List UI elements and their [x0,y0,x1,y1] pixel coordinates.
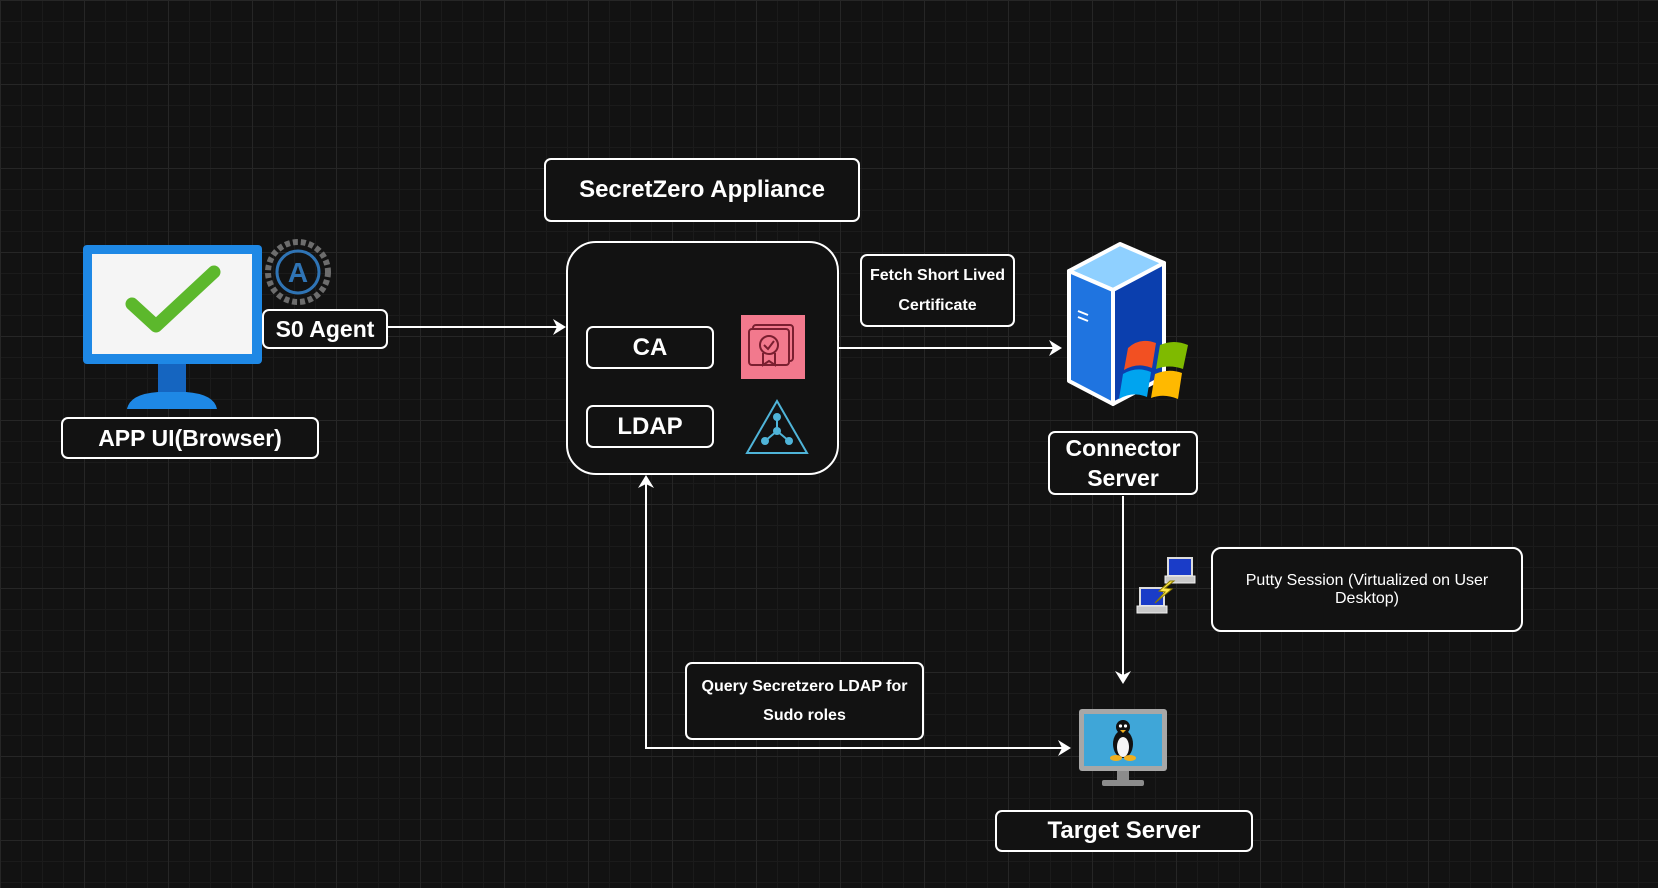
fetch-note-line1: Fetch Short Lived [869,266,1006,284]
app-ui-label[interactable]: APP UI(Browser) [61,417,319,459]
directory-tree-icon [745,398,809,454]
certificate-icon [741,315,805,379]
connector-server-label[interactable]: Connector Server [1048,431,1198,495]
connector-label-line1: Connector [1065,435,1181,461]
s0-agent-text: S0 Agent [275,315,375,342]
connector-label-line2: Server [1087,465,1159,491]
fetch-certificate-note: Fetch Short Lived Certificate [860,254,1015,327]
query-note-line1: Query Secretzero LDAP for [701,678,908,695]
putty-session-note: Putty Session (Virtualized on User Deskt… [1211,547,1523,632]
ldap-box[interactable]: LDAP [586,405,714,448]
target-server-text: Target Server [1047,817,1201,844]
linux-monitor-icon [1079,709,1167,786]
ldap-label: LDAP [617,412,683,440]
automation-a-icon: A [265,239,331,305]
appliance-title: SecretZero Appliance [544,158,860,222]
svg-text:A: A [288,257,308,288]
windows-server-icon [1067,242,1188,406]
query-ldap-note: Query Secretzero LDAP for Sudo roles [685,662,924,740]
fetch-note-line2: Certificate [898,296,977,314]
ca-label: CA [632,333,668,361]
ca-box[interactable]: CA [586,326,714,369]
appliance-title-text: SecretZero Appliance [579,176,825,203]
query-note-line2: Sudo roles [763,707,846,724]
monitor-check-icon [83,245,262,409]
app-ui-text: APP UI(Browser) [98,424,282,451]
s0-agent-label[interactable]: S0 Agent [262,309,388,349]
putty-note-text: Putty Session (Virtualized on User Deskt… [1245,571,1489,607]
diagram-canvas: SecretZero Appliance CA LDAP A S0 Agent … [0,0,1658,888]
network-computers-icon [1136,557,1196,614]
target-server-label[interactable]: Target Server [995,810,1253,852]
